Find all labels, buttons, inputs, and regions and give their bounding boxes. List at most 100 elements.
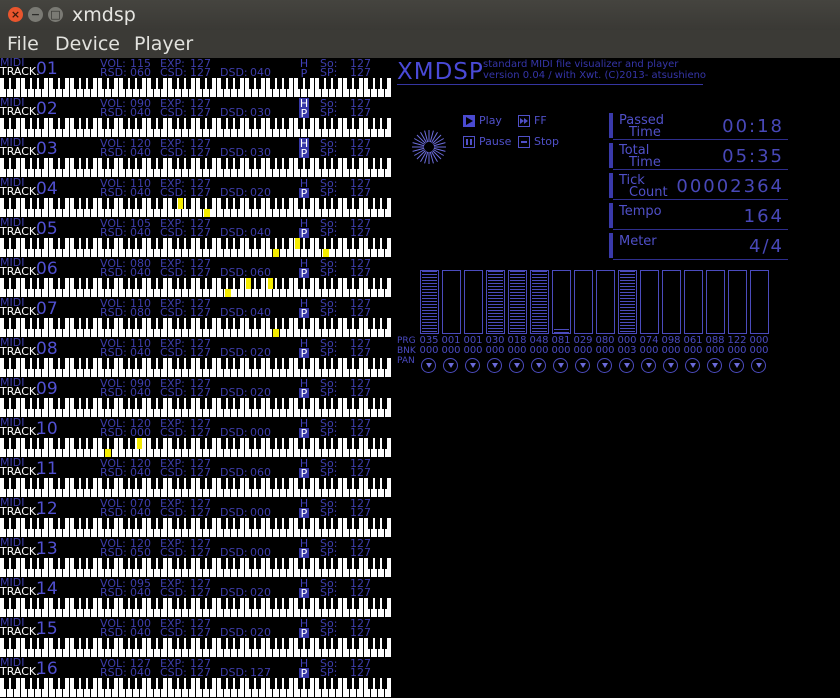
black-key (375, 598, 380, 609)
black-key (382, 158, 387, 169)
black-key (347, 478, 352, 489)
black-key (249, 358, 254, 369)
reverb-value: 040 (130, 466, 151, 479)
play-icon[interactable] (463, 115, 475, 127)
black-key (270, 398, 275, 409)
pan-knob-icon[interactable] (663, 358, 678, 373)
soft-pedal-value: 127 (350, 106, 371, 119)
black-key (256, 638, 261, 649)
black-key (249, 438, 254, 449)
channel-level-fill (554, 329, 569, 333)
black-key (368, 598, 373, 609)
pan-knob-icon[interactable] (575, 358, 590, 373)
black-key (25, 238, 30, 249)
black-key (235, 238, 240, 249)
black-key (88, 278, 93, 289)
black-key (347, 278, 352, 289)
soft-pedal-label: SP: (320, 626, 338, 639)
black-key (256, 198, 261, 209)
reverb-label: RSD: (100, 266, 127, 279)
reverb-value: 000 (130, 426, 151, 439)
maximize-icon[interactable]: □ (48, 7, 63, 22)
channel-level-meter (684, 270, 703, 334)
black-key (298, 158, 303, 169)
black-key (172, 678, 177, 689)
pan-knob-icon[interactable] (487, 358, 502, 373)
black-key (270, 158, 275, 169)
minimize-icon[interactable]: − (28, 7, 43, 22)
black-key (375, 198, 380, 209)
black-key (102, 78, 107, 89)
black-key (354, 358, 359, 369)
channel-level-meter (574, 270, 593, 334)
black-key (130, 478, 135, 489)
black-key (158, 118, 163, 129)
pan-knob-icon[interactable] (685, 358, 700, 373)
black-key (284, 278, 289, 289)
pan-knob-icon[interactable] (509, 358, 524, 373)
black-key (207, 118, 212, 129)
pan-knob-icon[interactable] (729, 358, 744, 373)
black-key (354, 118, 359, 129)
passed-time-value: 00:18 (722, 116, 784, 137)
black-key (137, 278, 142, 289)
black-key (200, 638, 205, 649)
black-key (4, 558, 9, 569)
black-key (354, 318, 359, 329)
black-key (207, 198, 212, 209)
pan-knob-icon[interactable] (553, 358, 568, 373)
fast-forward-button[interactable]: FF (534, 114, 547, 127)
black-key (200, 78, 205, 89)
pan-knob-icon[interactable] (597, 358, 612, 373)
stop-button[interactable]: Stop (534, 135, 559, 148)
black-key (382, 278, 387, 289)
active-note (246, 278, 251, 289)
pan-knob-icon[interactable] (421, 358, 436, 373)
pan-knob-icon[interactable] (641, 358, 656, 373)
chorus-value: 127 (190, 506, 211, 519)
menu-player[interactable]: Player (134, 33, 193, 55)
black-key (74, 678, 79, 689)
channel-bank: 000 (749, 345, 769, 356)
menu-file[interactable]: File (7, 33, 39, 55)
pause-icon[interactable] (463, 136, 475, 148)
pan-knob-icon[interactable] (751, 358, 766, 373)
pan-knob-icon[interactable] (465, 358, 480, 373)
black-key (221, 118, 226, 129)
black-key (375, 558, 380, 569)
delay-value: 030 (250, 146, 271, 159)
black-key (11, 158, 16, 169)
black-key (11, 438, 16, 449)
black-key (249, 398, 254, 409)
pan-knob-icon[interactable] (531, 358, 546, 373)
track-number: 04 (36, 179, 58, 199)
black-key (11, 118, 16, 129)
channel-level-fill (422, 271, 437, 333)
fast-forward-icon[interactable] (518, 115, 530, 127)
piano-keyboard (0, 78, 391, 97)
pan-knob-icon[interactable] (707, 358, 722, 373)
stop-icon[interactable] (518, 136, 530, 148)
track-label: TRACK. (0, 145, 40, 158)
menu-device[interactable]: Device (55, 33, 120, 55)
black-key (375, 438, 380, 449)
black-key (382, 318, 387, 329)
black-key (270, 238, 275, 249)
black-key (382, 478, 387, 489)
black-key (186, 158, 191, 169)
black-key (4, 158, 9, 169)
black-key (235, 558, 240, 569)
black-key (298, 598, 303, 609)
black-key (60, 478, 65, 489)
black-key (81, 678, 86, 689)
play-button[interactable]: Play (479, 114, 502, 127)
meter-label: Meter (619, 234, 657, 249)
pan-knob-icon[interactable] (443, 358, 458, 373)
black-key (60, 78, 65, 89)
black-key (375, 278, 380, 289)
pause-button[interactable]: Pause (479, 135, 511, 148)
pan-knob-icon[interactable] (619, 358, 634, 373)
black-key (74, 158, 79, 169)
close-icon[interactable]: × (8, 7, 23, 22)
black-key (333, 278, 338, 289)
